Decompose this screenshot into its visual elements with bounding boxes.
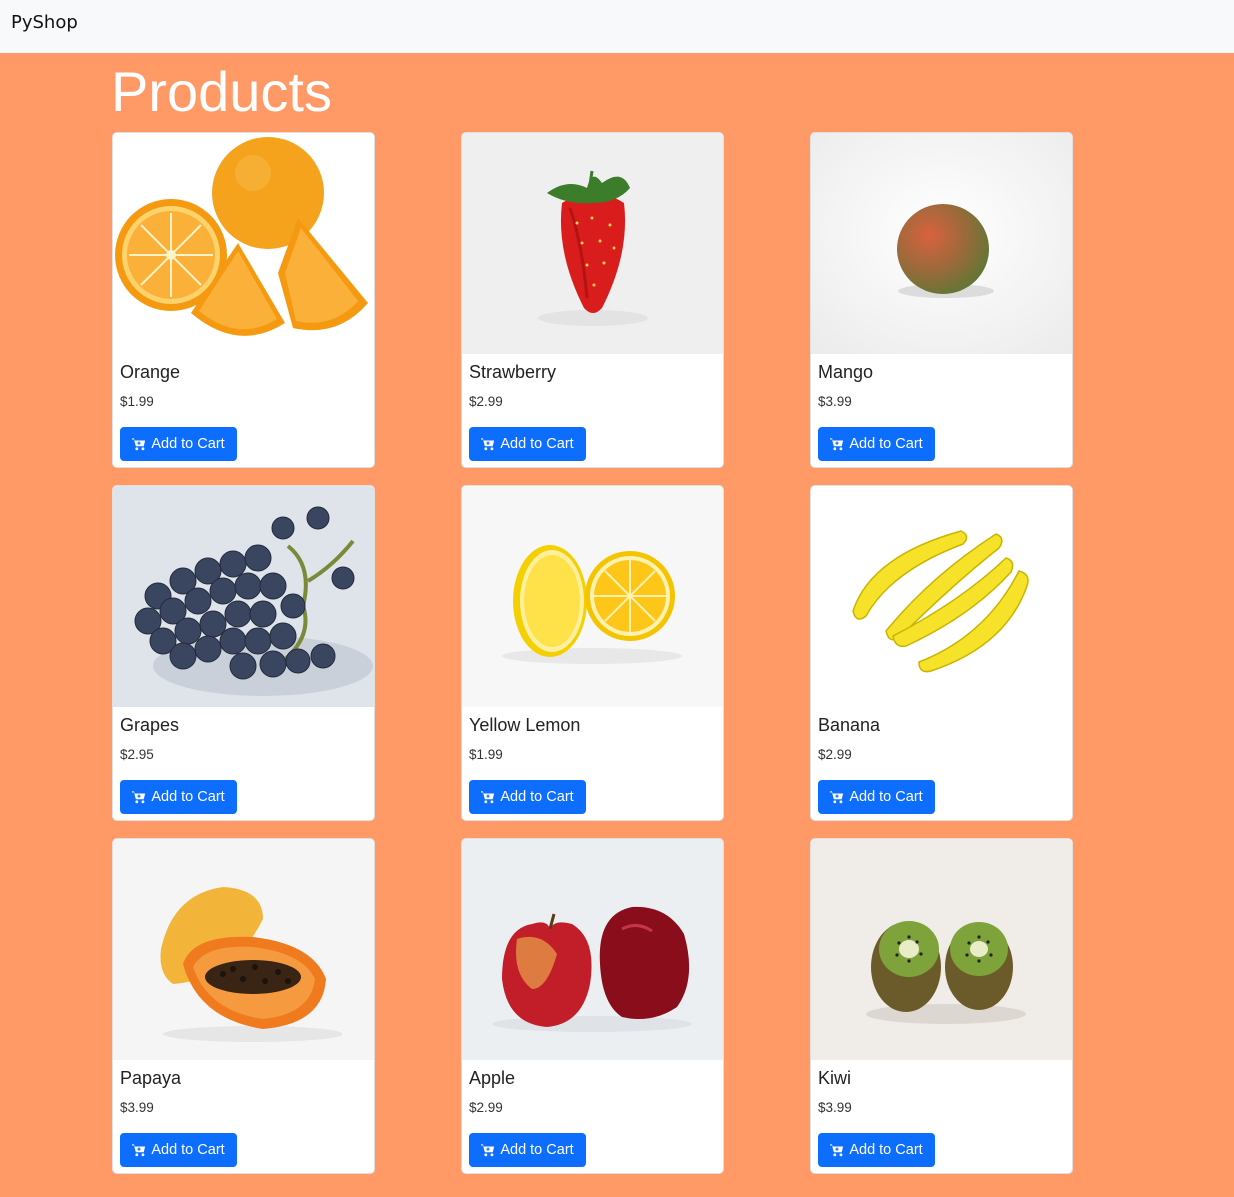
product-name: Strawberry xyxy=(469,362,557,382)
product-name: Mango xyxy=(818,362,874,382)
product-name: Kiwi xyxy=(818,1068,852,1088)
add-to-cart-button[interactable]: Add to Cart xyxy=(120,1133,237,1167)
product-name: Yellow Lemon xyxy=(469,715,581,735)
product-card: Kiwi $3.99 Add to Cart xyxy=(810,838,1073,1174)
cart-plus-icon xyxy=(830,790,844,804)
product-price: $3.99 xyxy=(120,1100,154,1115)
product-price: $3.99 xyxy=(818,394,852,409)
product-price: $2.99 xyxy=(818,747,852,762)
product-card: Grapes $2.95 Add to Cart xyxy=(112,485,375,821)
add-to-cart-button[interactable]: Add to Cart xyxy=(818,780,935,814)
lemon-image xyxy=(462,486,723,707)
product-price: $2.99 xyxy=(469,1100,503,1115)
add-to-cart-button[interactable]: Add to Cart xyxy=(120,780,237,814)
add-to-cart-label: Add to Cart xyxy=(849,1142,923,1158)
cart-plus-icon xyxy=(132,790,146,804)
product-price: $1.99 xyxy=(120,394,154,409)
add-to-cart-label: Add to Cart xyxy=(849,789,923,805)
cart-plus-icon xyxy=(132,1143,146,1157)
add-to-cart-label: Add to Cart xyxy=(151,1142,225,1158)
product-name: Apple xyxy=(469,1068,516,1088)
product-card: Orange $1.99 Add to Cart xyxy=(112,132,375,468)
add-to-cart-label: Add to Cart xyxy=(500,1142,574,1158)
cart-plus-icon xyxy=(481,1143,495,1157)
brand-link[interactable]: PyShop xyxy=(11,12,78,33)
banana-image xyxy=(811,486,1072,707)
add-to-cart-button[interactable]: Add to Cart xyxy=(120,427,237,461)
navbar: PyShop xyxy=(0,0,1234,53)
product-price: $2.99 xyxy=(469,394,503,409)
product-card: Yellow Lemon $1.99 Add to Cart xyxy=(461,485,724,821)
cart-plus-icon xyxy=(830,1143,844,1157)
product-name: Banana xyxy=(818,715,881,735)
mango-image xyxy=(811,133,1072,354)
product-card: Strawberry $2.99 Add to Cart xyxy=(461,132,724,468)
product-name: Papaya xyxy=(120,1068,182,1088)
add-to-cart-button[interactable]: Add to Cart xyxy=(818,1133,935,1167)
add-to-cart-button[interactable]: Add to Cart xyxy=(469,1133,586,1167)
page-title: Products xyxy=(111,60,332,123)
product-name: Grapes xyxy=(120,715,180,735)
product-card: Mango $3.99 Add to Cart xyxy=(810,132,1073,468)
cart-plus-icon xyxy=(481,437,495,451)
strawberry-image xyxy=(462,133,723,354)
product-card: Banana $2.99 Add to Cart xyxy=(810,485,1073,821)
cart-plus-icon xyxy=(830,437,844,451)
add-to-cart-button[interactable]: Add to Cart xyxy=(469,780,586,814)
orange-image xyxy=(113,133,374,354)
kiwi-image xyxy=(811,839,1072,1060)
add-to-cart-button[interactable]: Add to Cart xyxy=(818,427,935,461)
add-to-cart-label: Add to Cart xyxy=(500,789,574,805)
product-price: $3.99 xyxy=(818,1100,852,1115)
cart-plus-icon xyxy=(481,790,495,804)
product-name: Orange xyxy=(120,362,181,382)
add-to-cart-label: Add to Cart xyxy=(151,436,225,452)
product-card: Papaya $3.99 Add to Cart xyxy=(112,838,375,1174)
add-to-cart-label: Add to Cart xyxy=(151,789,225,805)
add-to-cart-label: Add to Cart xyxy=(500,436,574,452)
product-card: Apple $2.99 Add to Cart xyxy=(461,838,724,1174)
product-price: $1.99 xyxy=(469,747,503,762)
apple-image xyxy=(462,839,723,1060)
papaya-image xyxy=(113,839,374,1060)
cart-plus-icon xyxy=(132,437,146,451)
add-to-cart-button[interactable]: Add to Cart xyxy=(469,427,586,461)
add-to-cart-label: Add to Cart xyxy=(849,436,923,452)
product-price: $2.95 xyxy=(120,747,154,762)
grapes-image xyxy=(113,486,374,707)
